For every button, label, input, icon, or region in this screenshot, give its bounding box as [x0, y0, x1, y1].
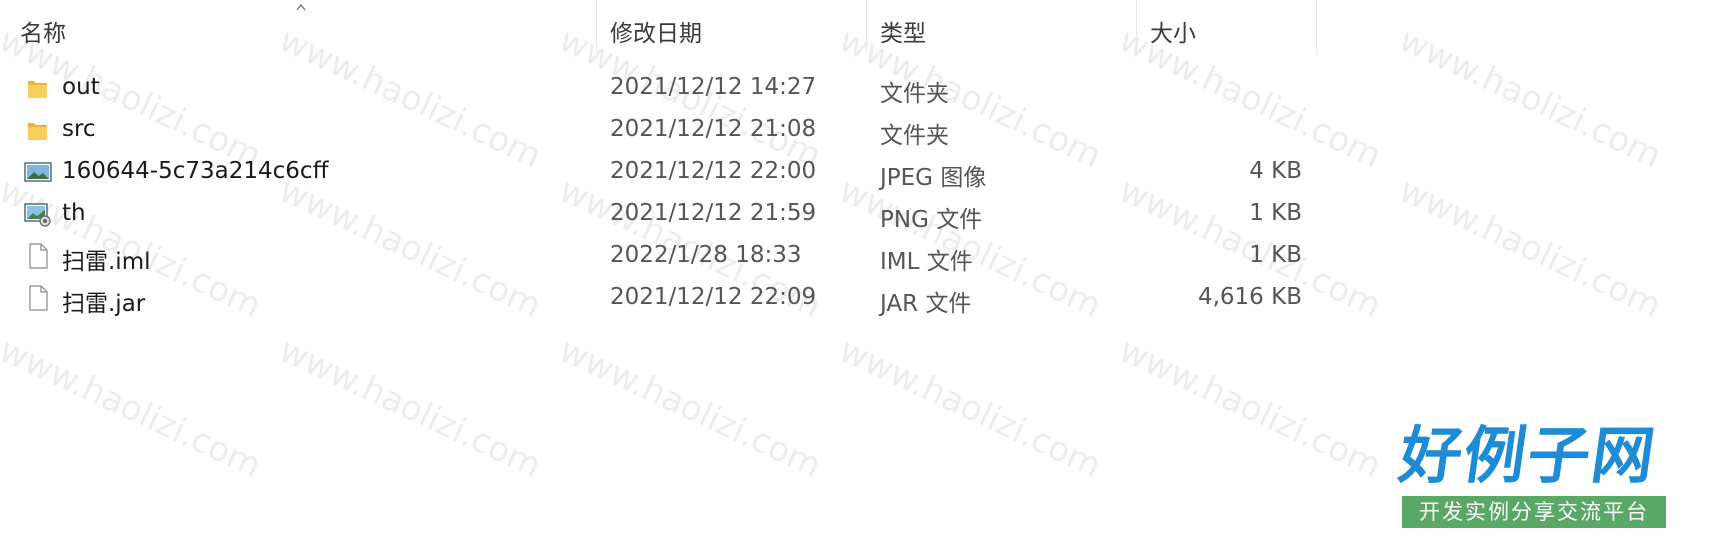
file-size: 4 KB: [1249, 158, 1302, 184]
watermark: www.haolizi.com: [1393, 20, 1668, 177]
column-header-row: 名称 修改日期 类型 大小: [0, 0, 1320, 58]
file-date: 2021/12/12 22:09: [610, 284, 817, 310]
watermark: www.haolizi.com: [0, 330, 268, 487]
file-type: IML 文件: [880, 249, 973, 275]
column-header-date[interactable]: 修改日期: [610, 14, 702, 48]
file-name: 扫雷.jar: [62, 291, 146, 317]
column-header-size[interactable]: 大小: [1150, 14, 1196, 48]
file-date: 2022/1/28 18:33: [610, 242, 802, 268]
watermark: www.haolizi.com: [833, 330, 1108, 487]
file-type: JAR 文件: [880, 291, 972, 317]
file-row[interactable]: src 2021/12/12 21:08 文件夹: [0, 108, 1320, 150]
jpeg-image-icon: [24, 162, 52, 182]
file-row[interactable]: th 2021/12/12 21:59 PNG 文件 1 KB: [0, 192, 1320, 234]
column-divider[interactable]: [1316, 0, 1317, 54]
file-row[interactable]: 扫雷.iml 2022/1/28 18:33 IML 文件 1 KB: [0, 234, 1320, 276]
watermark: www.haolizi.com: [273, 330, 548, 487]
file-size: 1 KB: [1249, 242, 1302, 268]
file-icon: [29, 243, 48, 269]
watermark: www.haolizi.com: [1393, 170, 1668, 327]
column-divider[interactable]: [866, 0, 867, 54]
site-logo: 好例子网 开发实例分享交流平台: [1395, 419, 1668, 528]
file-icon: [29, 285, 48, 311]
file-name: 扫雷.iml: [62, 249, 151, 275]
file-size: 1 KB: [1249, 200, 1302, 226]
watermark: www.haolizi.com: [1113, 330, 1388, 487]
logo-subtitle: 开发实例分享交流平台: [1402, 496, 1666, 528]
watermark: www.haolizi.com: [553, 330, 828, 487]
file-date: 2021/12/12 14:27: [610, 74, 817, 100]
logo-title: 好例子网: [1394, 419, 1662, 492]
png-image-icon: [24, 203, 51, 227]
column-divider[interactable]: [596, 0, 597, 54]
file-row[interactable]: out 2021/12/12 14:27 文件夹: [0, 66, 1320, 108]
file-type: 文件夹: [880, 81, 949, 107]
column-header-name[interactable]: 名称: [20, 14, 66, 48]
file-type: 文件夹: [880, 123, 949, 149]
file-type: PNG 文件: [880, 207, 983, 233]
file-name: 160644-5c73a214c6cff: [62, 158, 329, 184]
file-name: th: [62, 200, 86, 226]
file-date: 2021/12/12 21:08: [610, 116, 817, 142]
file-size: 4,616 KB: [1197, 284, 1302, 310]
file-name: out: [62, 74, 100, 100]
folder-icon: [28, 123, 47, 140]
sort-ascending-icon: [296, 4, 306, 11]
file-row[interactable]: 160644-5c73a214c6cff 2021/12/12 22:00 JP…: [0, 150, 1320, 192]
file-row[interactable]: 扫雷.jar 2021/12/12 22:09 JAR 文件 4,616 KB: [0, 276, 1320, 318]
file-list: out 2021/12/12 14:27 文件夹 src 2021/12/12 …: [0, 66, 1320, 318]
column-divider[interactable]: [1136, 0, 1137, 54]
folder-icon: [28, 81, 47, 98]
file-date: 2021/12/12 21:59: [610, 200, 817, 226]
column-header-type[interactable]: 类型: [880, 14, 926, 48]
file-date: 2021/12/12 22:00: [610, 158, 817, 184]
file-type: JPEG 图像: [880, 165, 987, 191]
file-name: src: [62, 116, 96, 142]
